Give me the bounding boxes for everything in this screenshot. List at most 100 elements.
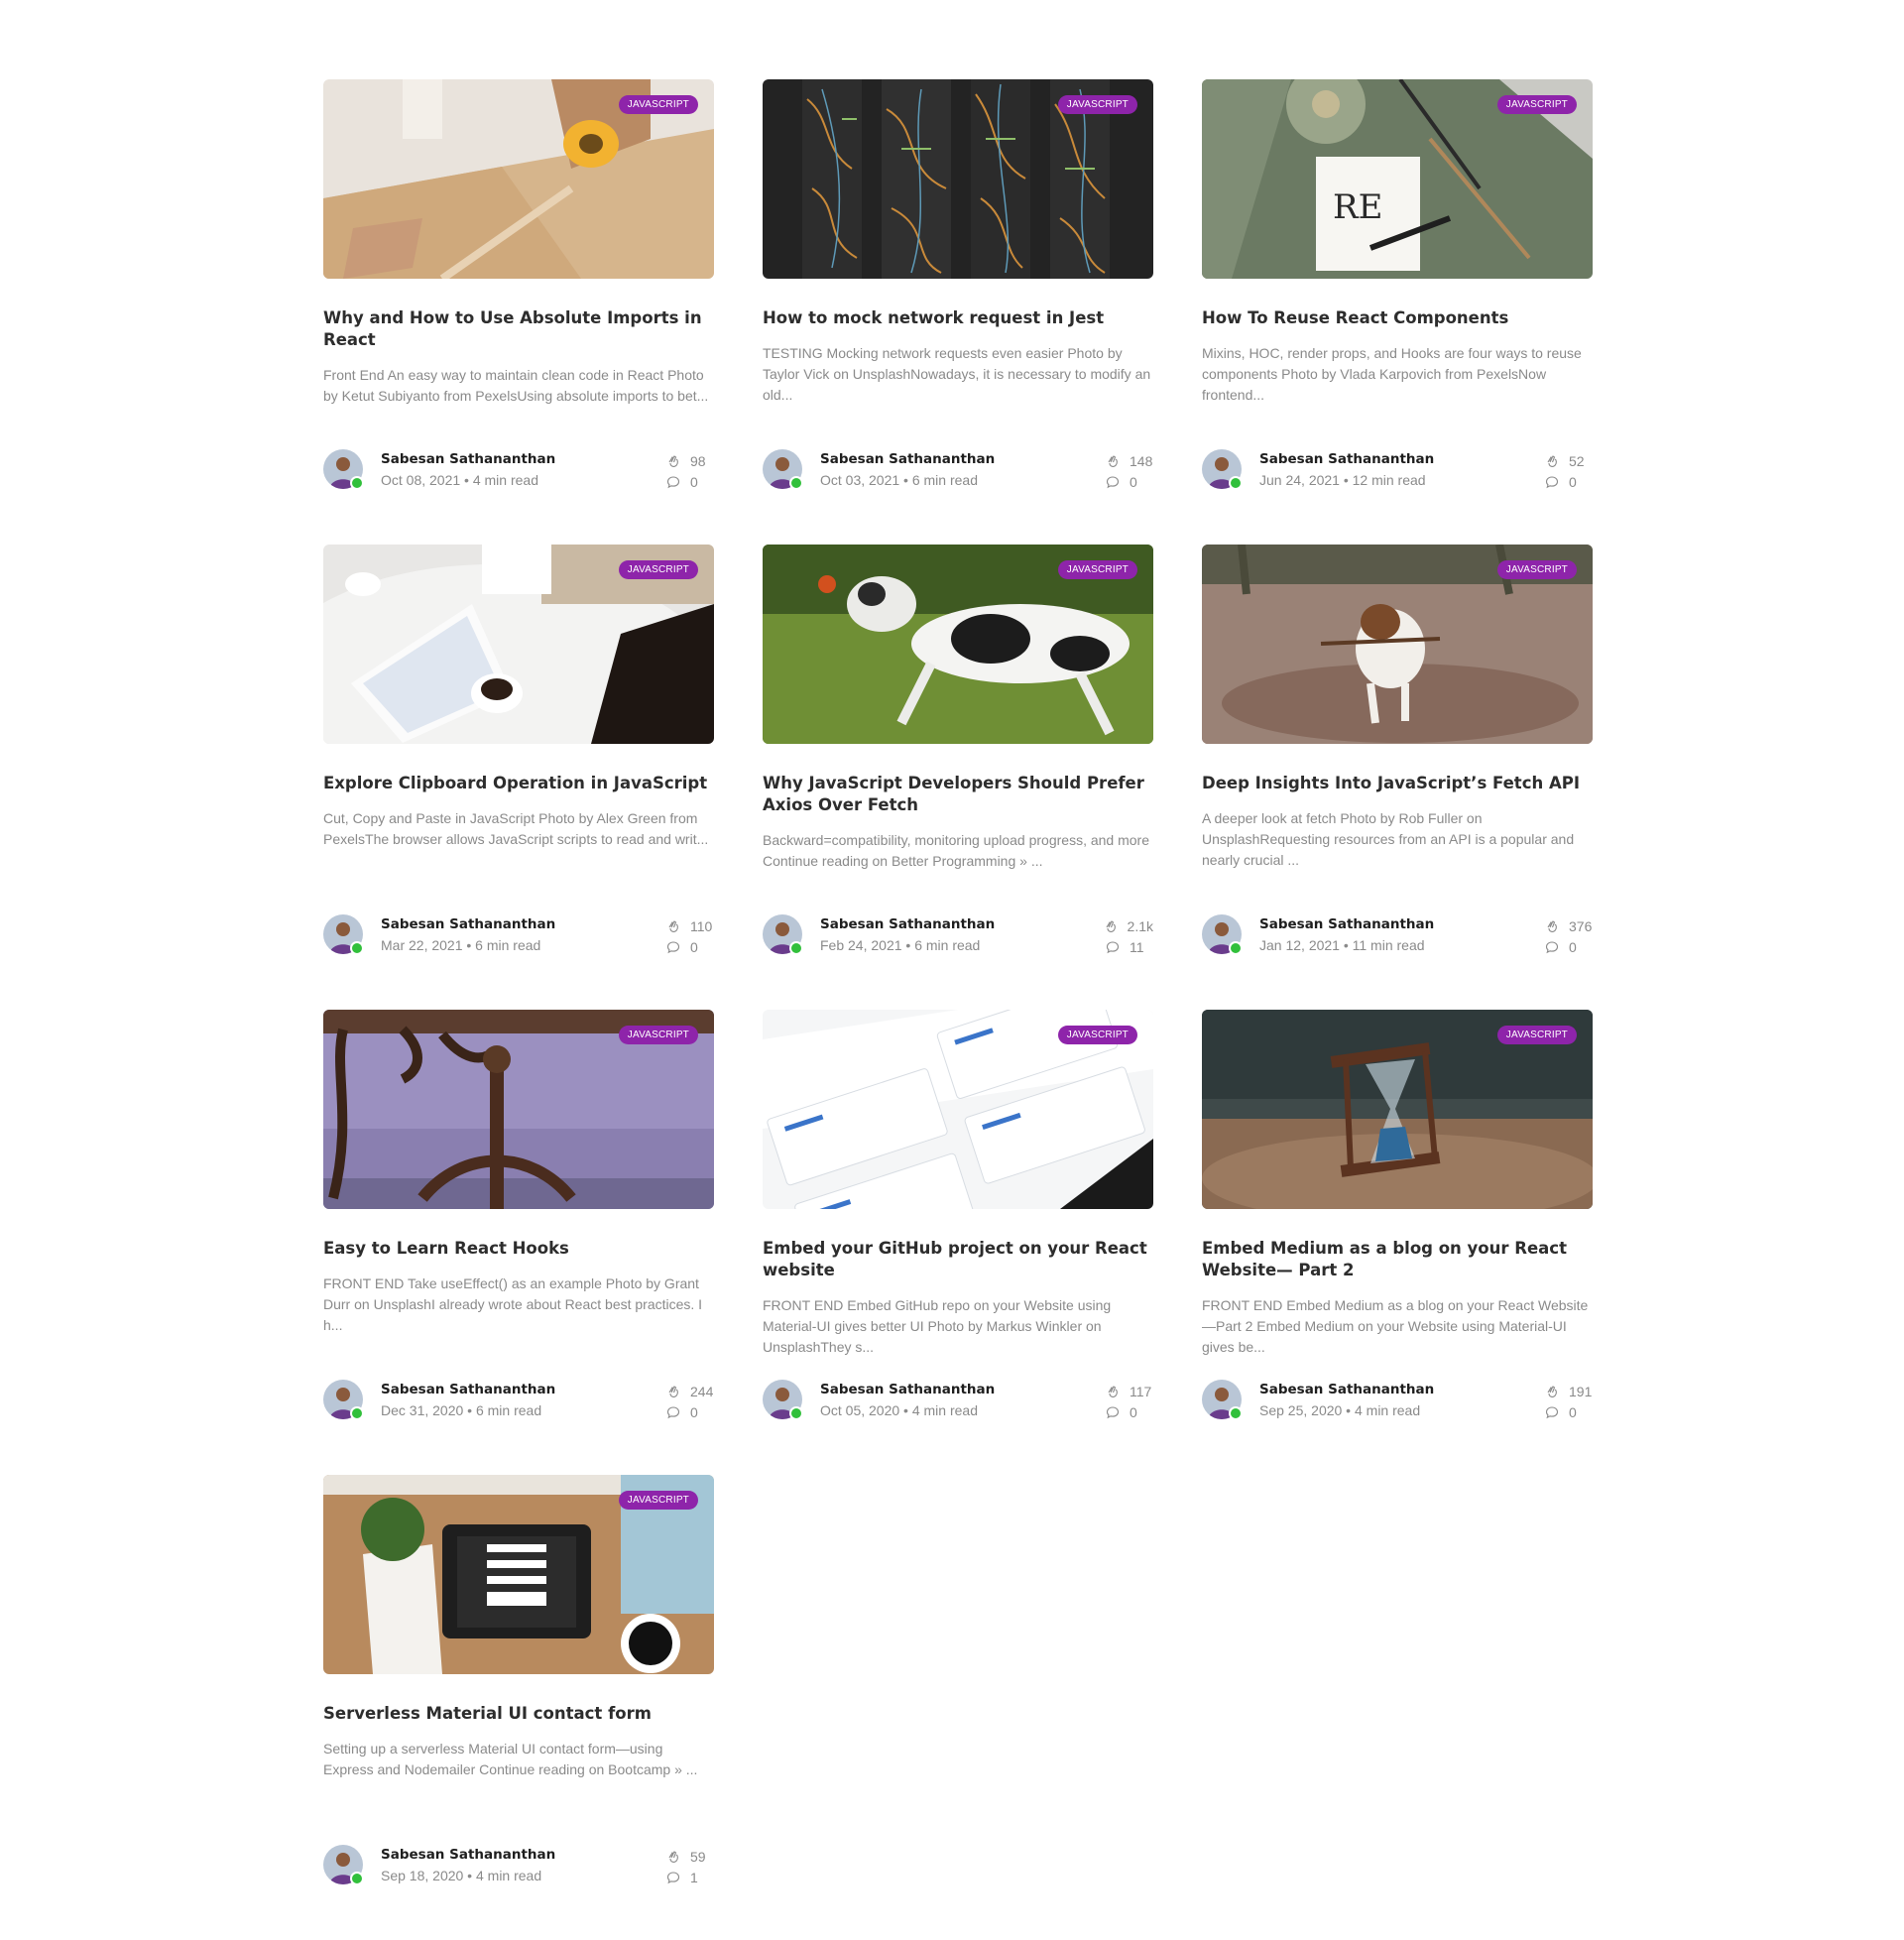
claps-stat[interactable]: 117 <box>1094 1381 1153 1401</box>
avatar[interactable] <box>763 1380 803 1420</box>
post-title[interactable]: Why JavaScript Developers Should Prefer … <box>763 773 1153 816</box>
post-card[interactable]: JAVASCRIPT Serverless Material UI contac… <box>323 1475 714 1940</box>
online-status-dot <box>1229 476 1243 490</box>
claps-stat[interactable]: 110 <box>654 915 714 936</box>
post-thumbnail[interactable]: JAVASCRIPT <box>763 79 1153 279</box>
post-stats: 148 0 <box>1094 450 1153 492</box>
post-stats: 110 0 <box>654 915 714 957</box>
post-stats: 2.1k 11 <box>1094 915 1153 957</box>
comments-stat[interactable]: 0 <box>1533 936 1593 957</box>
comments-stat[interactable]: 0 <box>1094 471 1153 492</box>
avatar[interactable] <box>323 914 364 955</box>
author-name[interactable]: Sabesan Sathananthan <box>820 451 995 467</box>
svg-text:RE: RE <box>1333 187 1382 227</box>
post-stats: 244 0 <box>654 1381 714 1422</box>
post-thumbnail[interactable]: RE JAVASCRIPT <box>1202 79 1593 279</box>
post-thumbnail[interactable]: JAVASCRIPT <box>323 79 714 279</box>
category-badge[interactable]: JAVASCRIPT <box>618 95 698 114</box>
post-thumbnail[interactable]: JAVASCRIPT <box>323 1475 714 1674</box>
avatar[interactable] <box>323 1380 364 1420</box>
comment-icon <box>1545 940 1559 953</box>
comments-count: 11 <box>1130 938 1144 955</box>
avatar[interactable] <box>1202 449 1243 490</box>
post-title[interactable]: How To Reuse React Components <box>1202 307 1593 329</box>
comment-icon <box>666 1871 680 1883</box>
post-title[interactable]: Embed Medium as a blog on your React Web… <box>1202 1238 1593 1281</box>
online-status-dot <box>350 1872 364 1885</box>
claps-stat[interactable]: 52 <box>1533 450 1593 471</box>
comment-icon <box>1106 475 1120 488</box>
comments-stat[interactable]: 0 <box>654 1401 714 1422</box>
author-name[interactable]: Sabesan Sathananthan <box>381 451 555 467</box>
post-thumbnail[interactable]: JAVASCRIPT <box>323 1010 714 1209</box>
post-title[interactable]: Explore Clipboard Operation in JavaScrip… <box>323 773 714 794</box>
comments-stat[interactable]: 11 <box>1094 936 1153 957</box>
author-name[interactable]: Sabesan Sathananthan <box>381 1382 555 1397</box>
comments-stat[interactable]: 0 <box>1533 471 1593 492</box>
post-thumbnail[interactable]: JAVASCRIPT <box>323 545 714 744</box>
category-badge[interactable]: JAVASCRIPT <box>618 560 698 579</box>
claps-stat[interactable]: 244 <box>654 1381 714 1401</box>
post-card[interactable]: RE JAVASCRIPT How To Reuse React Compone… <box>1202 79 1593 545</box>
category-badge[interactable]: JAVASCRIPT <box>1057 95 1137 114</box>
post-title[interactable]: Serverless Material UI contact form <box>323 1703 714 1725</box>
post-excerpt: FRONT END Take useEffect() as an example… <box>323 1275 703 1333</box>
category-badge[interactable]: JAVASCRIPT <box>618 1491 698 1510</box>
author-name[interactable]: Sabesan Sathananthan <box>381 916 555 932</box>
post-meta: Sabesan Sathananthan Jun 24, 2021 • 12 m… <box>1202 449 1593 491</box>
category-badge[interactable]: JAVASCRIPT <box>618 1026 698 1044</box>
author-name[interactable]: Sabesan Sathananthan <box>381 1847 555 1863</box>
post-excerpt: Front End An easy way to maintain clean … <box>323 367 709 404</box>
category-badge[interactable]: JAVASCRIPT <box>1057 560 1137 579</box>
avatar[interactable] <box>1202 1380 1243 1420</box>
category-badge[interactable]: JAVASCRIPT <box>1496 1026 1577 1044</box>
post-card[interactable]: JAVASCRIPT Easy to Learn React Hooks FRO… <box>323 1010 714 1475</box>
claps-stat[interactable]: 148 <box>1094 450 1153 471</box>
claps-stat[interactable]: 191 <box>1533 1381 1593 1401</box>
post-stats: 98 0 <box>654 450 714 492</box>
post-card[interactable]: JAVASCRIPT How to mock network request i… <box>763 79 1153 545</box>
comments-stat[interactable]: 0 <box>1533 1401 1593 1422</box>
comments-stat[interactable]: 1 <box>654 1867 714 1887</box>
comments-stat[interactable]: 0 <box>1094 1401 1153 1422</box>
clap-icon <box>668 454 678 467</box>
author-name[interactable]: Sabesan Sathananthan <box>820 1382 995 1397</box>
post-title[interactable]: Embed your GitHub project on your React … <box>763 1238 1153 1281</box>
post-thumbnail[interactable]: JAVASCRIPT <box>1202 1010 1593 1209</box>
post-card[interactable]: JAVASCRIPT Embed your GitHub project on … <box>763 1010 1153 1475</box>
post-excerpt: FRONT END Embed Medium as a blog on your… <box>1202 1297 1589 1355</box>
post-thumbnail[interactable]: JAVASCRIPT <box>1202 545 1593 744</box>
author-name[interactable]: Sabesan Sathananthan <box>820 916 995 932</box>
avatar[interactable] <box>763 449 803 490</box>
avatar[interactable] <box>323 449 364 490</box>
avatar[interactable] <box>323 1845 364 1885</box>
claps-stat[interactable]: 59 <box>654 1846 714 1867</box>
post-card[interactable]: JAVASCRIPT Embed Medium as a blog on you… <box>1202 1010 1593 1475</box>
author-name[interactable]: Sabesan Sathananthan <box>1259 451 1434 467</box>
category-badge[interactable]: JAVASCRIPT <box>1496 95 1577 114</box>
post-title[interactable]: How to mock network request in Jest <box>763 307 1153 329</box>
category-badge[interactable]: JAVASCRIPT <box>1057 1026 1137 1044</box>
claps-stat[interactable]: 376 <box>1533 915 1593 936</box>
post-card[interactable]: JAVASCRIPT Why JavaScript Developers Sho… <box>763 545 1153 1010</box>
post-thumbnail[interactable]: JAVASCRIPT <box>763 1010 1153 1209</box>
comments-stat[interactable]: 0 <box>654 471 714 492</box>
post-thumbnail[interactable]: JAVASCRIPT <box>763 545 1153 744</box>
post-meta: Sabesan Sathananthan Sep 18, 2020 • 4 mi… <box>323 1845 714 1886</box>
category-badge[interactable]: JAVASCRIPT <box>1496 560 1577 579</box>
post-title[interactable]: Deep Insights Into JavaScript’s Fetch AP… <box>1202 773 1593 794</box>
post-card[interactable]: JAVASCRIPT Why and How to Use Absolute I… <box>323 79 714 545</box>
author-name[interactable]: Sabesan Sathananthan <box>1259 1382 1434 1397</box>
comments-stat[interactable]: 0 <box>654 936 714 957</box>
post-card[interactable]: JAVASCRIPT Deep Insights Into JavaScript… <box>1202 545 1593 1010</box>
post-title[interactable]: Easy to Learn React Hooks <box>323 1238 714 1260</box>
post-title[interactable]: Why and How to Use Absolute Imports in R… <box>323 307 714 351</box>
claps-stat[interactable]: 2.1k <box>1094 915 1153 936</box>
avatar[interactable] <box>763 914 803 955</box>
post-card[interactable]: JAVASCRIPT Explore Clipboard Operation i… <box>323 545 714 1010</box>
claps-stat[interactable]: 98 <box>654 450 714 471</box>
post-meta: Sabesan Sathananthan Dec 31, 2020 • 6 mi… <box>323 1380 714 1421</box>
avatar[interactable] <box>1202 914 1243 955</box>
post-date: Dec 31, 2020 • 6 min read <box>381 1402 542 1418</box>
author-name[interactable]: Sabesan Sathananthan <box>1259 916 1434 932</box>
